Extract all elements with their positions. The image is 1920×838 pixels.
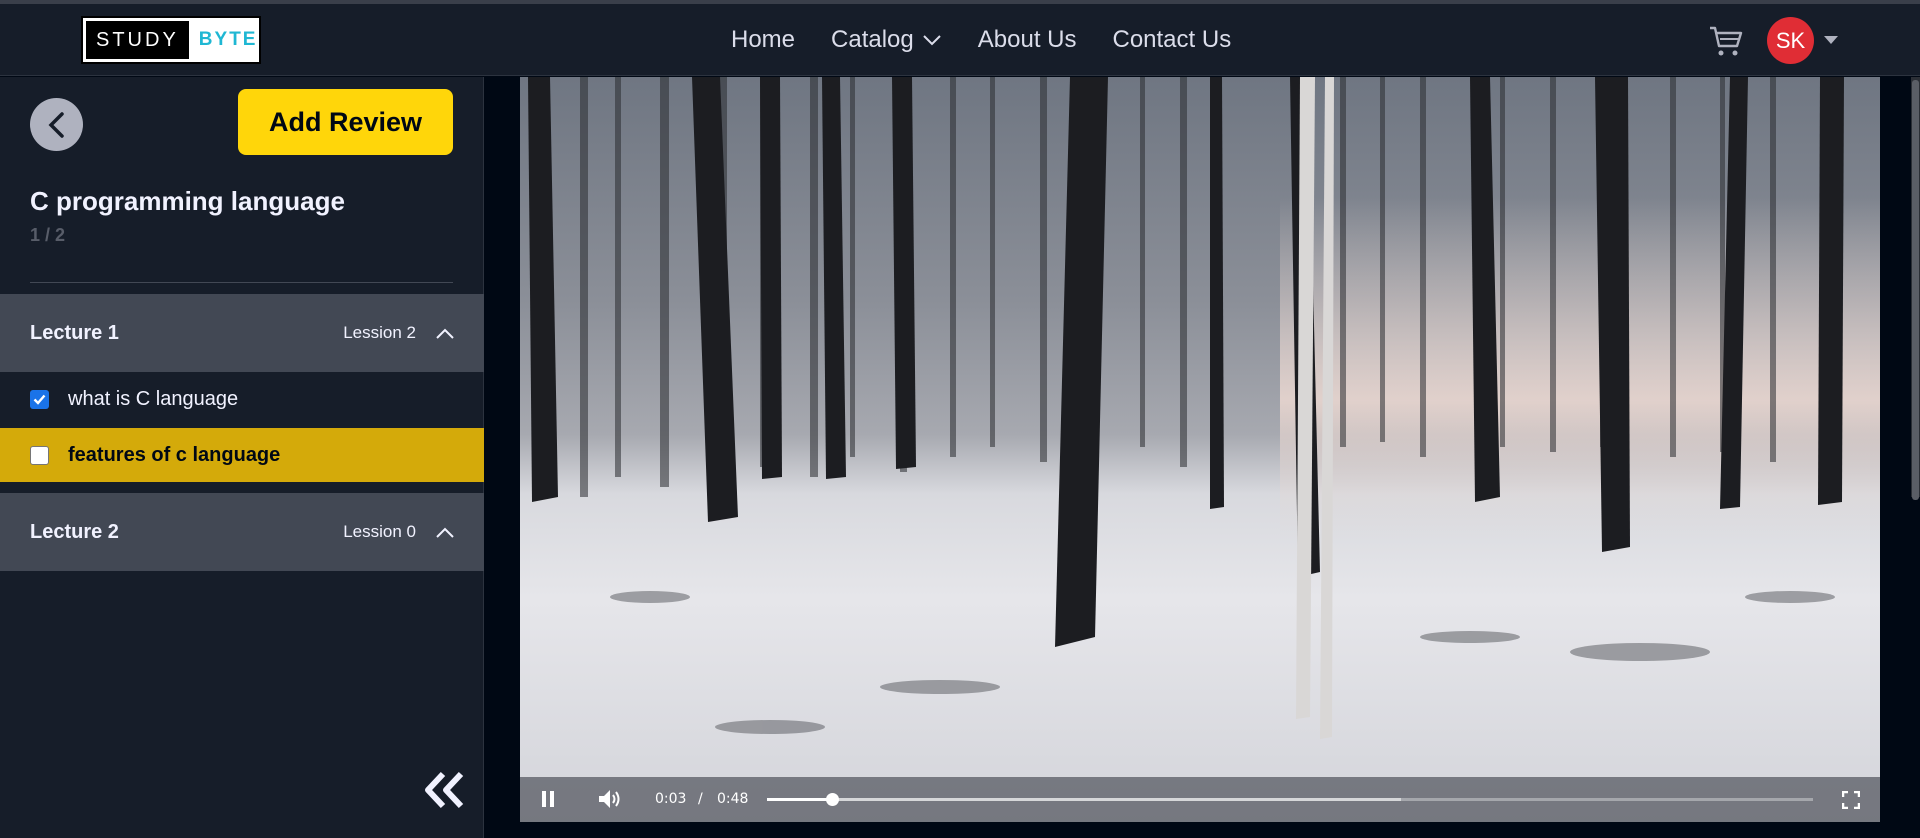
lesson-checkbox-checked[interactable] bbox=[30, 389, 49, 409]
section-lecture-2[interactable]: Lecture 2 Lession 0 bbox=[0, 493, 484, 571]
lesson-title: features of c language bbox=[68, 443, 281, 466]
nav-about-us[interactable]: About Us bbox=[978, 26, 1077, 54]
add-review-button[interactable]: Add Review bbox=[238, 89, 453, 155]
logo-byte-text: BYTE bbox=[198, 29, 258, 50]
top-navbar: STUDY BYTE Home Catalog About Us Contact… bbox=[0, 4, 1920, 76]
cart-icon[interactable] bbox=[1708, 24, 1744, 58]
video-player[interactable]: 0:03 / 0:48 bbox=[520, 77, 1880, 822]
checkmark-icon bbox=[33, 394, 46, 405]
page-scrollbar-thumb[interactable] bbox=[1912, 80, 1919, 500]
caret-down-icon[interactable] bbox=[1824, 35, 1838, 45]
logo-study-text: STUDY bbox=[86, 21, 189, 59]
nav-catalog[interactable]: Catalog bbox=[831, 26, 942, 54]
chevron-down-icon bbox=[923, 35, 941, 46]
studybyte-logo[interactable]: STUDY BYTE bbox=[81, 16, 261, 64]
video-frame-snowy-forest bbox=[528, 77, 1880, 739]
course-progress: 1 / 2 bbox=[30, 225, 66, 245]
chevron-up-icon bbox=[436, 328, 454, 339]
section-lesson-count: Lession 0 bbox=[343, 522, 416, 541]
section-title: Lecture 1 bbox=[30, 321, 119, 344]
seek-bar[interactable] bbox=[767, 793, 1813, 806]
section-lesson-count: Lession 2 bbox=[343, 323, 416, 342]
lesson-checkbox-unchecked[interactable] bbox=[30, 445, 49, 465]
seek-bar-handle[interactable] bbox=[826, 793, 840, 806]
lesson-item-features-of-c[interactable]: features of c language bbox=[0, 428, 484, 482]
volume-icon[interactable] bbox=[598, 789, 622, 809]
chevron-left-icon bbox=[48, 111, 64, 138]
lesson-title: what is C language bbox=[68, 387, 239, 410]
fullscreen-icon[interactable] bbox=[1842, 791, 1860, 809]
section-lecture-1[interactable]: Lecture 1 Lession 2 bbox=[0, 294, 484, 372]
back-button[interactable] bbox=[30, 98, 83, 151]
course-sidebar: Add Review C programming language 1 / 2 … bbox=[0, 77, 484, 838]
sidebar-divider bbox=[30, 282, 453, 283]
nav-catalog-label: Catalog bbox=[831, 26, 914, 53]
time-separator: / bbox=[698, 791, 703, 807]
nav-home[interactable]: Home bbox=[731, 26, 795, 54]
duration: 0:48 bbox=[717, 791, 749, 807]
course-title: C programming language bbox=[30, 186, 345, 216]
seek-bar-buffered bbox=[767, 798, 1401, 801]
current-time: 0:03 bbox=[655, 791, 687, 807]
section-title: Lecture 2 bbox=[30, 520, 119, 543]
double-chevron-left-icon[interactable] bbox=[421, 770, 467, 810]
main-nav: Home Catalog About Us Contact Us bbox=[731, 4, 1267, 76]
seek-bar-progress bbox=[767, 798, 833, 801]
pause-icon[interactable] bbox=[540, 790, 556, 808]
video-controls: 0:03 / 0:48 bbox=[520, 777, 1880, 822]
chevron-up-icon bbox=[436, 527, 454, 538]
lesson-item-what-is-c[interactable]: what is C language bbox=[0, 372, 484, 426]
avatar[interactable]: SK bbox=[1767, 17, 1814, 64]
nav-contact-us[interactable]: Contact Us bbox=[1112, 26, 1231, 54]
